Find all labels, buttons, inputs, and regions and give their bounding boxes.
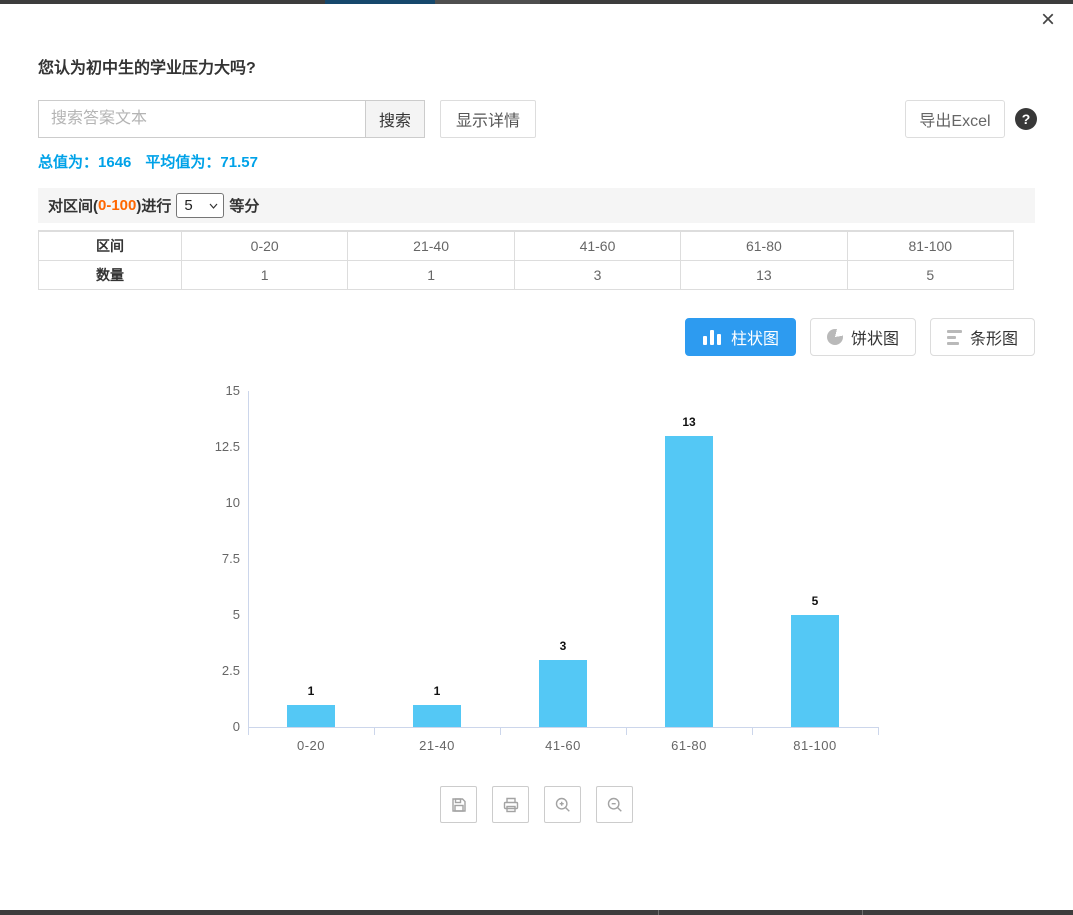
total-value: 1646: [98, 154, 131, 171]
distribution-table: 区间 0-2021-4041-6061-8081-100 数量 113135: [38, 230, 1014, 290]
bar: [413, 705, 461, 727]
interval-range: 0-100: [98, 197, 136, 214]
count-cell: 1: [182, 261, 348, 290]
help-icon[interactable]: ?: [1015, 108, 1037, 130]
save-icon: [449, 795, 469, 815]
y-tick-label: 15: [190, 383, 240, 398]
bottom-edge-separator: [658, 910, 659, 915]
interval-text-suffix: 等分: [229, 195, 259, 216]
chart-type-switcher: 柱状图 饼状图 条形图: [685, 318, 1035, 356]
save-button[interactable]: [440, 786, 477, 823]
bar-chart-button[interactable]: 柱状图: [685, 318, 796, 356]
bar-value-label: 3: [500, 639, 626, 653]
pie-chart-icon: [827, 329, 843, 345]
y-tick-label: 2.5: [190, 663, 240, 678]
y-axis-line: [248, 391, 249, 727]
chart-type-label: 柱状图: [731, 325, 779, 349]
bar: [791, 615, 839, 727]
show-details-button[interactable]: 显示详情: [440, 100, 536, 138]
zoom-in-button[interactable]: [544, 786, 581, 823]
interval-cell: 61-80: [681, 231, 847, 261]
x-tick-mark: [374, 728, 375, 735]
interval-text-prefix: 对区间(: [48, 195, 98, 216]
print-button[interactable]: [492, 786, 529, 823]
y-tick-label: 7.5: [190, 551, 240, 566]
answer-stats-modal: × 您认为初中生的学业压力大吗? 搜索 显示详情 导出Excel ? 总值为：1…: [0, 0, 1073, 915]
chevron-down-icon: [209, 203, 218, 209]
count-cell: 1: [348, 261, 514, 290]
bar: [665, 436, 713, 727]
x-tick-mark: [500, 728, 501, 735]
bar-value-label: 1: [248, 684, 374, 698]
pie-chart-button[interactable]: 饼状图: [810, 318, 916, 356]
x-category-label: 0-20: [248, 738, 374, 753]
close-icon[interactable]: ×: [1035, 6, 1061, 34]
count-row: 数量 113135: [39, 261, 1014, 290]
equal-parts-select[interactable]: 5: [176, 193, 224, 218]
hbar-chart-button[interactable]: 条形图: [930, 318, 1035, 356]
bar-chart-icon: [702, 329, 723, 345]
hbar-chart-icon: [947, 330, 962, 345]
export-excel-button[interactable]: 导出Excel: [905, 100, 1005, 138]
chart-type-label: 条形图: [970, 325, 1018, 349]
summary-stats: 总值为：1646 平均值为：71.57: [38, 151, 258, 172]
x-axis-line: [248, 727, 879, 728]
total-label: 总值为：: [38, 154, 98, 171]
question-title: 您认为初中生的学业压力大吗?: [38, 54, 256, 78]
x-tick-mark: [752, 728, 753, 735]
x-category-label: 41-60: [500, 738, 626, 753]
top-edge-segment: [325, 0, 435, 4]
y-tick-label: 10: [190, 495, 240, 510]
print-icon: [501, 795, 521, 815]
interval-cell: 0-20: [182, 231, 348, 261]
zoom-out-icon: [605, 795, 625, 815]
count-cell: 5: [847, 261, 1013, 290]
interval-text-middle: )进行: [136, 195, 171, 216]
bar-value-label: 1: [374, 684, 500, 698]
top-edge-segment: [435, 0, 540, 4]
average-value: 71.57: [220, 154, 258, 171]
x-category-label: 21-40: [374, 738, 500, 753]
bar: [539, 660, 587, 727]
x-category-label: 61-80: [626, 738, 752, 753]
average-label: 平均值为：: [145, 154, 220, 171]
chart-toolbar: [0, 786, 1073, 823]
x-tick-mark: [626, 728, 627, 735]
search-input[interactable]: [38, 100, 366, 138]
count-row-header: 数量: [39, 261, 182, 290]
interval-cell: 21-40: [348, 231, 514, 261]
search-button[interactable]: 搜索: [365, 100, 425, 138]
count-cell: 13: [681, 261, 847, 290]
bar-value-label: 5: [752, 594, 878, 608]
x-tick-mark: [248, 728, 249, 735]
y-tick-label: 12.5: [190, 439, 240, 454]
x-category-label: 81-100: [752, 738, 878, 753]
zoom-out-button[interactable]: [596, 786, 633, 823]
window-top-edge: [0, 0, 1073, 4]
x-tick-mark: [878, 728, 879, 735]
bar: [287, 705, 335, 727]
y-tick-label: 5: [190, 607, 240, 622]
bottom-edge-separator: [862, 910, 863, 915]
zoom-in-icon: [553, 795, 573, 815]
interval-row-header: 区间: [39, 231, 182, 261]
interval-cell: 41-60: [514, 231, 680, 261]
interval-row: 区间 0-2021-4041-6061-8081-100: [39, 231, 1014, 261]
equal-parts-value: 5: [184, 197, 192, 214]
bar-value-label: 13: [626, 415, 752, 429]
y-tick-label: 0: [190, 719, 240, 734]
interval-settings-bar: 对区间(0-100)进行 5 等分: [38, 188, 1035, 223]
interval-cell: 81-100: [847, 231, 1013, 261]
count-cell: 3: [514, 261, 680, 290]
chart-type-label: 饼状图: [851, 325, 899, 349]
window-bottom-edge: [0, 910, 1073, 915]
